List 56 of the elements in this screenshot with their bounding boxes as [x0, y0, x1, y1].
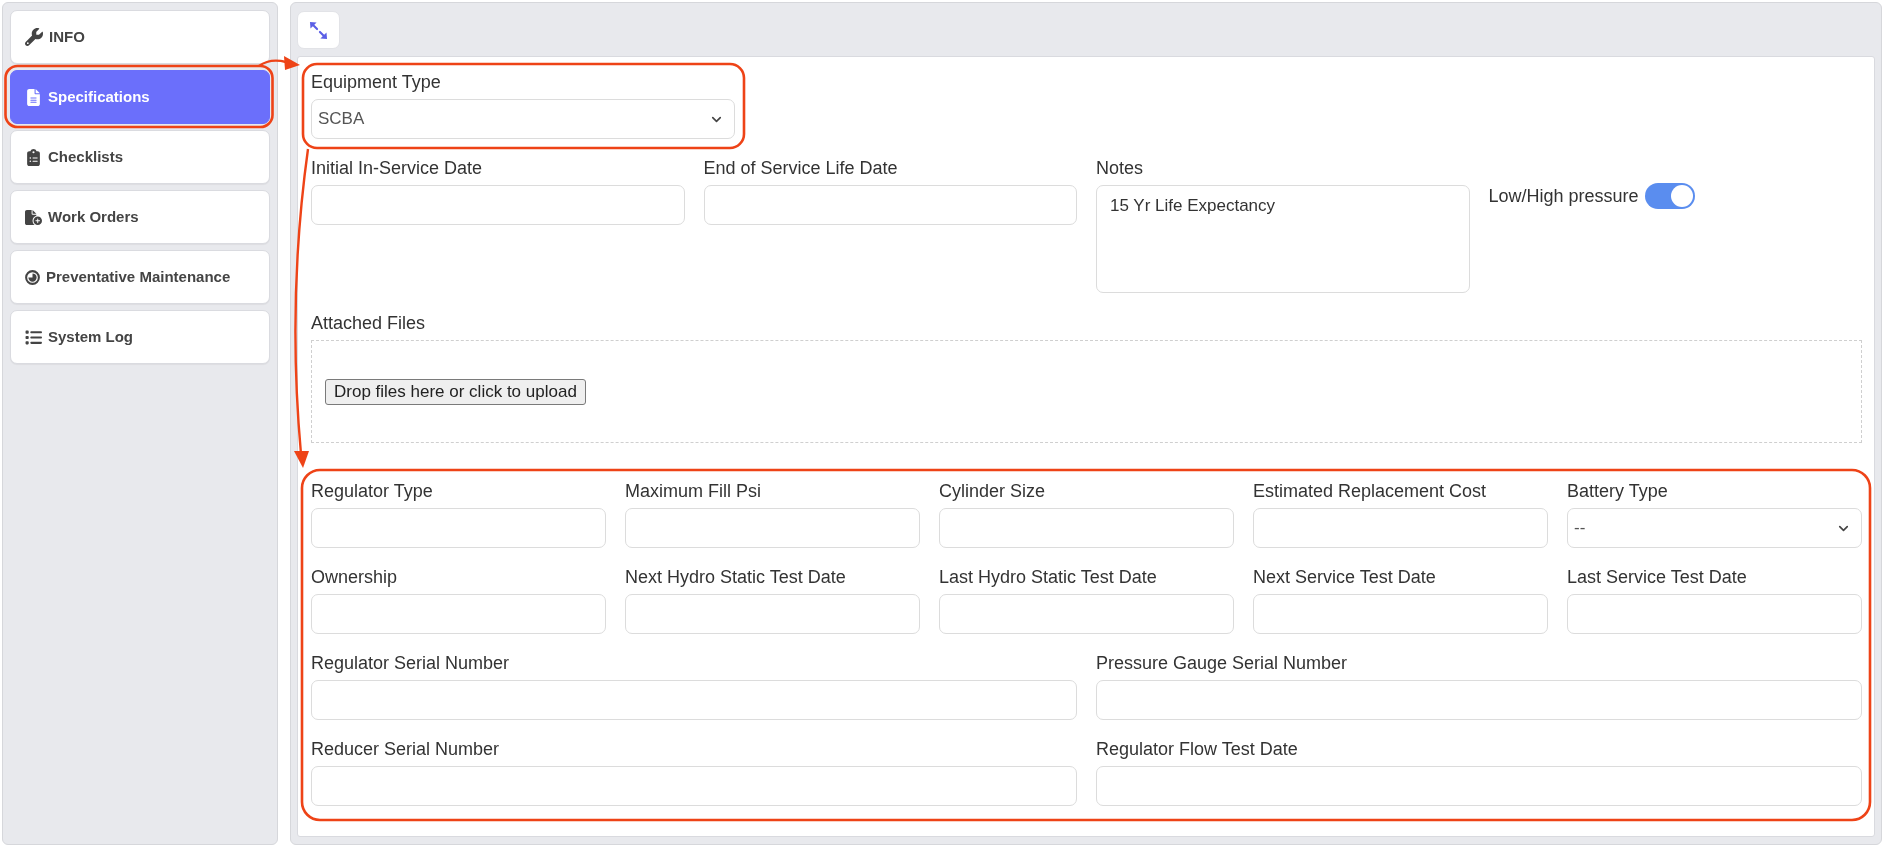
input-field[interactable]: [1096, 766, 1862, 806]
field-label: End of Service Life Date: [703, 157, 898, 180]
sidebar-item[interactable]: System Log: [10, 310, 270, 364]
wrench-icon: [25, 28, 43, 46]
upload-button[interactable]: Drop files here or click to upload: [325, 378, 586, 405]
file-plus-icon: [25, 208, 42, 226]
file-dropzone[interactable]: Drop files here or click to upload: [311, 340, 1862, 443]
input-field[interactable]: [311, 594, 606, 634]
input-field[interactable]: [311, 508, 606, 548]
sidebar-item[interactable]: Preventative Maintenance: [10, 250, 270, 304]
field-label: Reducer Serial Number: [311, 738, 500, 761]
input-field[interactable]: [939, 508, 1234, 548]
input-field[interactable]: [1253, 594, 1548, 634]
input-field[interactable]: [311, 185, 685, 225]
input-field[interactable]: [625, 508, 920, 548]
input-field[interactable]: [1253, 508, 1548, 548]
select-field[interactable]: SCBA: [311, 99, 735, 139]
field-label: Cylinder Size: [939, 480, 1046, 503]
input-field[interactable]: [939, 594, 1234, 634]
field-label: Initial In-Service Date: [311, 157, 483, 180]
input-field[interactable]: [625, 594, 920, 634]
input-field[interactable]: [1096, 680, 1862, 720]
field-label: Battery Type: [1567, 480, 1668, 503]
field-label: Attached Files: [311, 312, 426, 335]
field-label: Last Hydro Static Test Date: [939, 566, 1157, 589]
document-icon: [25, 88, 42, 106]
sidebar-item[interactable]: Work Orders: [10, 190, 270, 244]
toggle-label: Low/High pressure: [1488, 185, 1639, 208]
sidebar-item[interactable]: INFO: [10, 10, 270, 64]
sidebar-item[interactable]: Specifications: [10, 70, 270, 124]
input-field[interactable]: [703, 185, 1077, 225]
select-field[interactable]: --: [1567, 508, 1862, 548]
field-label: Regulator Flow Test Date: [1096, 738, 1298, 761]
sidebar-item[interactable]: Checklists: [10, 130, 270, 184]
field-label: Next Service Test Date: [1253, 566, 1436, 589]
pressure-toggle[interactable]: [1644, 183, 1695, 209]
field-label: Next Hydro Static Test Date: [625, 566, 846, 589]
list-icon: [25, 328, 42, 346]
field-label: Equipment Type: [311, 71, 441, 94]
field-label: Regulator Serial Number: [311, 652, 510, 675]
input-field[interactable]: [1567, 594, 1862, 634]
expand-button[interactable]: [297, 11, 340, 49]
annotation-arrow: [258, 56, 300, 70]
expand-icon: [309, 20, 328, 40]
input-field[interactable]: [311, 680, 1077, 720]
field-label: Maximum Fill Psi: [625, 480, 761, 503]
field-label: Notes: [1096, 157, 1144, 180]
input-field[interactable]: [311, 766, 1077, 806]
field-label: Regulator Type: [311, 480, 433, 503]
pie-chart-icon: [25, 269, 40, 285]
clipboard-icon: [25, 148, 42, 166]
field-label: Estimated Replacement Cost: [1253, 480, 1487, 503]
field-label: Last Service Test Date: [1567, 566, 1747, 589]
field-label: Pressure Gauge Serial Number: [1096, 652, 1348, 675]
notes-textarea[interactable]: 15 Yr Life Expectancy: [1096, 185, 1470, 293]
field-label: Ownership: [311, 566, 398, 589]
